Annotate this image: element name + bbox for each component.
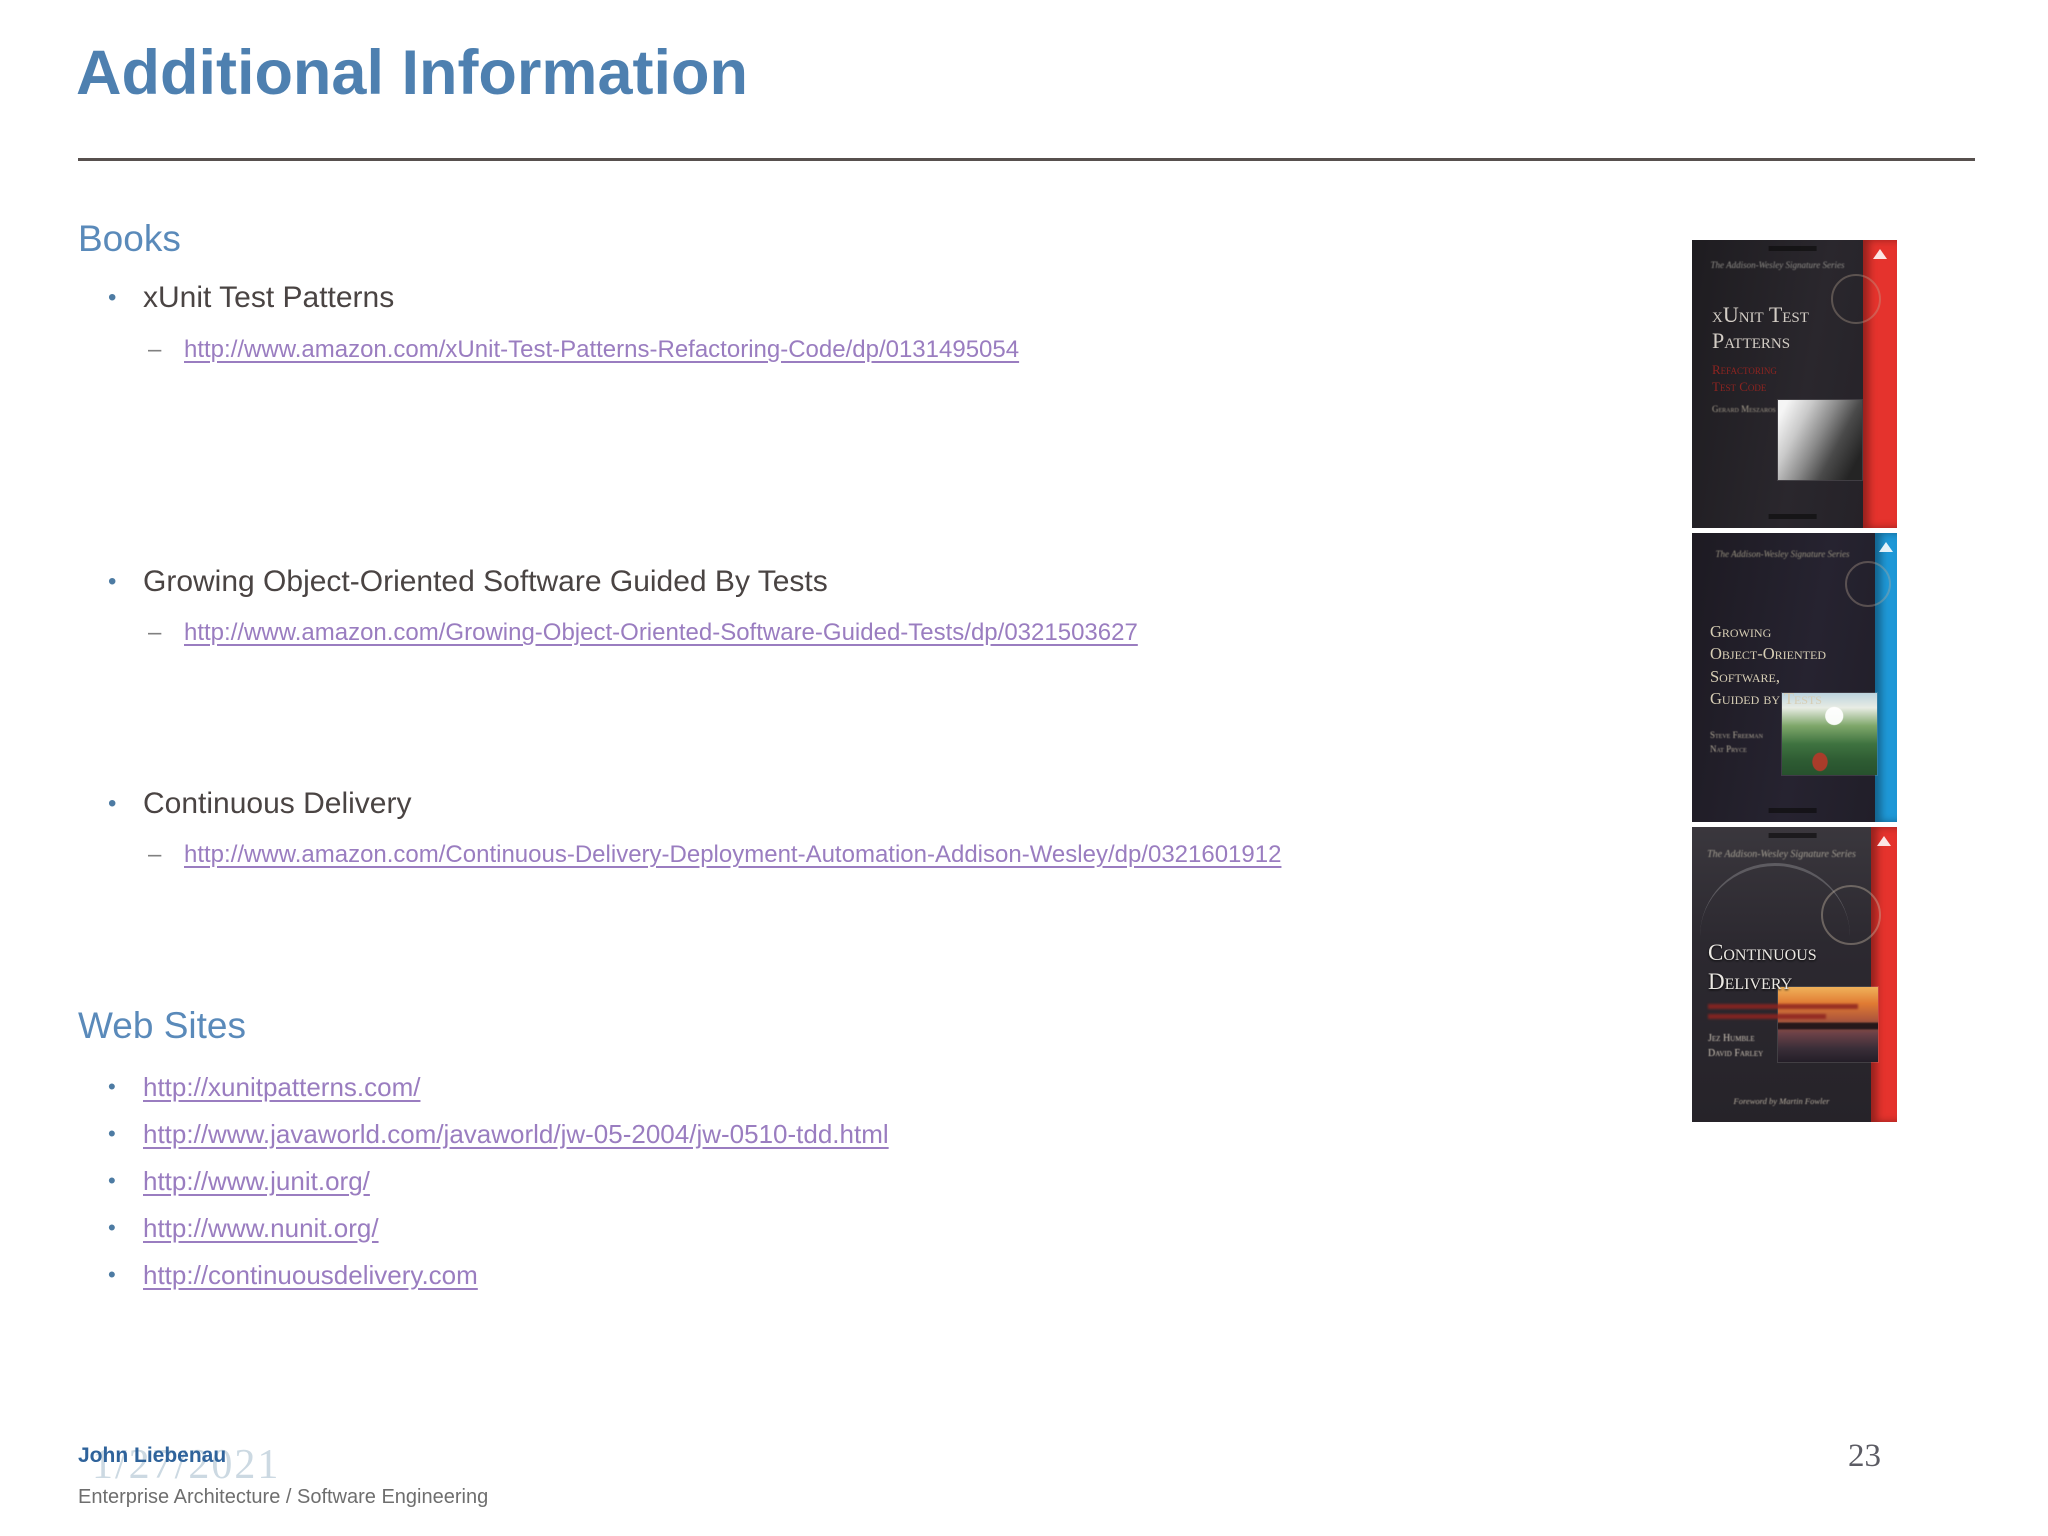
website-list-item: • http://www.nunit.org/ bbox=[108, 1213, 379, 1244]
slide: Additional Information Books • xUnit Test… bbox=[0, 0, 2048, 1536]
book-list-item: • xUnit Test Patterns bbox=[108, 281, 394, 315]
websites-section-heading: Web Sites bbox=[78, 1005, 246, 1046]
series-stamp-icon bbox=[1845, 561, 1891, 607]
footer-author: John Liebenau bbox=[78, 1444, 227, 1467]
website-link[interactable]: http://www.javaworld.com/javaworld/jw-05… bbox=[143, 1119, 889, 1149]
book-title: xUnit Test Patterns bbox=[143, 281, 395, 314]
books-section-heading: Books bbox=[78, 218, 181, 259]
book-title: Growing Object-Oriented Software Guided … bbox=[143, 565, 828, 598]
series-script: The Addison-Wesley Signature Series bbox=[1707, 849, 1856, 860]
series-stamp-icon bbox=[1821, 885, 1881, 945]
cover-foreword: Foreword by Martin Fowler bbox=[1733, 1096, 1830, 1106]
cover-stripe bbox=[1871, 827, 1897, 1122]
bullet-icon: • bbox=[108, 1262, 116, 1287]
cover-authors: Jez Humble David Farley bbox=[1708, 1033, 1764, 1059]
bullet-icon: • bbox=[108, 284, 117, 311]
website-list-item: • http://www.junit.org/ bbox=[108, 1166, 370, 1197]
addison-wesley-logo-icon bbox=[1879, 542, 1893, 552]
series-script: The Addison-Wesley Signature Series bbox=[1715, 549, 1850, 559]
book-link-row: – http://www.amazon.com/Growing-Object-Or… bbox=[148, 619, 1138, 647]
dash-icon: – bbox=[148, 619, 162, 646]
website-list-item: • http://www.javaworld.com/javaworld/jw-0… bbox=[108, 1119, 889, 1150]
website-list-item: • http://xunitpatterns.com/ bbox=[108, 1072, 420, 1103]
series-stamp-icon bbox=[1831, 274, 1881, 324]
cover-subtitle: Refactoring Test Code bbox=[1712, 362, 1777, 394]
cover-microtext-bar bbox=[1768, 246, 1817, 251]
footer-department: Enterprise Architecture / Software Engin… bbox=[78, 1486, 489, 1508]
bullet-icon: • bbox=[108, 1168, 116, 1193]
book-list-item: • Continuous Delivery bbox=[108, 787, 411, 821]
cover-author: Gerard Meszaros bbox=[1712, 404, 1776, 414]
page-title: Additional Information bbox=[76, 38, 748, 108]
website-link[interactable]: http://www.junit.org/ bbox=[143, 1166, 370, 1196]
book-list-item: • Growing Object-Oriented Software Guided… bbox=[108, 565, 828, 599]
page-number: 23 bbox=[1848, 1438, 1881, 1474]
dash-icon: – bbox=[148, 841, 162, 868]
cover-authors: Steve Freeman Nat Pryce bbox=[1710, 730, 1763, 754]
website-list-item: • http://continuousdelivery.com bbox=[108, 1260, 478, 1291]
book-link-row: – http://www.amazon.com/Continuous-Delive… bbox=[148, 841, 1281, 869]
cover-photo-bridge bbox=[1778, 400, 1862, 480]
cover-title: xUnit Test Patterns bbox=[1712, 302, 1809, 354]
cover-title: Continuous Delivery bbox=[1708, 940, 1817, 994]
book-cover-xunit-test-patterns: The Addison-Wesley Signature Series xUni… bbox=[1692, 240, 1897, 528]
bullet-icon: • bbox=[108, 790, 117, 817]
bullet-icon: • bbox=[108, 1074, 116, 1099]
series-script: The Addison-Wesley Signature Series bbox=[1710, 260, 1845, 270]
website-link[interactable]: http://xunitpatterns.com/ bbox=[143, 1072, 420, 1102]
book-cover-continuous-delivery: The Addison-Wesley Signature Series Cont… bbox=[1692, 827, 1897, 1122]
bullet-icon: • bbox=[108, 1215, 116, 1240]
cover-microtext-bar bbox=[1768, 833, 1817, 838]
title-divider bbox=[78, 158, 1975, 161]
book-amazon-link[interactable]: http://www.amazon.com/Growing-Object-Ori… bbox=[184, 619, 1138, 646]
bullet-icon: • bbox=[108, 1121, 116, 1146]
addison-wesley-logo-icon bbox=[1873, 249, 1887, 259]
dash-icon: – bbox=[148, 336, 162, 363]
cover-microtext-bar bbox=[1768, 514, 1817, 519]
book-link-row: – http://www.amazon.com/xUnit-Test-Patter… bbox=[148, 336, 1019, 364]
cover-title: Growing Object-Oriented Software, Guided… bbox=[1710, 622, 1826, 708]
cover-microtext-bar bbox=[1768, 808, 1817, 813]
book-cover-growing-oo-software: The Addison-Wesley Signature Series Grow… bbox=[1692, 533, 1897, 822]
book-title: Continuous Delivery bbox=[143, 787, 412, 820]
addison-wesley-logo-icon bbox=[1877, 836, 1891, 846]
website-link[interactable]: http://continuousdelivery.com bbox=[143, 1260, 478, 1290]
book-amazon-link[interactable]: http://www.amazon.com/xUnit-Test-Pattern… bbox=[184, 336, 1019, 363]
website-link[interactable]: http://www.nunit.org/ bbox=[143, 1213, 379, 1243]
cover-subtitle-bar bbox=[1708, 1004, 1858, 1009]
book-amazon-link[interactable]: http://www.amazon.com/Continuous-Deliver… bbox=[184, 841, 1281, 868]
cover-photo-sunset bbox=[1778, 987, 1878, 1062]
bullet-icon: • bbox=[108, 568, 117, 595]
cover-subtitle-bar bbox=[1708, 1014, 1826, 1019]
